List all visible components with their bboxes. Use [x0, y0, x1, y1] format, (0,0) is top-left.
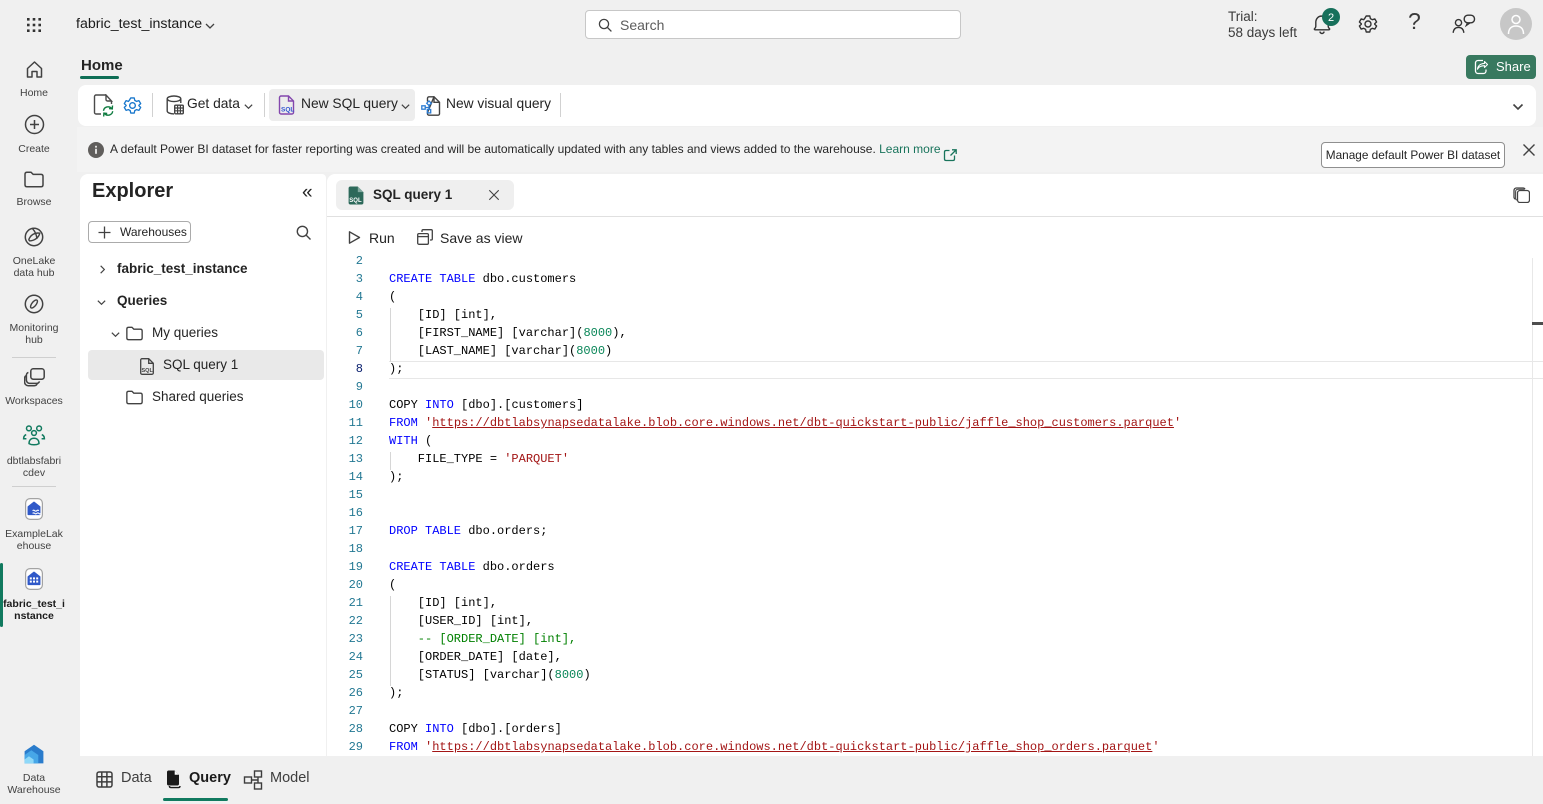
svg-text:SQL: SQL — [281, 107, 294, 114]
svg-text:SQL: SQL — [349, 198, 362, 204]
svg-text:2: 2 — [1328, 12, 1334, 24]
svg-text:SQL: SQL — [142, 368, 154, 374]
